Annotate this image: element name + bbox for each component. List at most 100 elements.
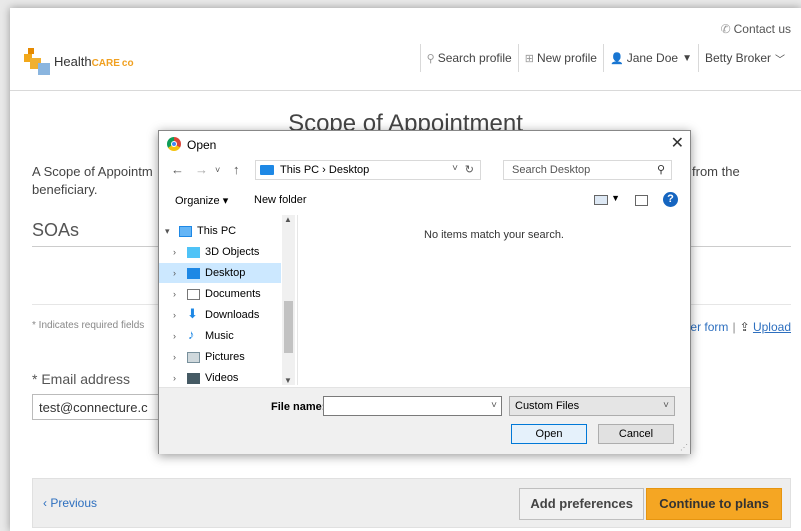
- chevron-right-icon[interactable]: ›: [173, 242, 176, 262]
- contact-link[interactable]: ✆ Contact us: [721, 22, 791, 36]
- plus-box-icon: ⊞: [524, 52, 534, 65]
- search-icon: ⚲: [656, 164, 665, 176]
- breadcrumb[interactable]: This PC › Desktop ˅ ↻: [255, 160, 481, 180]
- header-nav: ⚲ Search profile ⊞ New profile 👤 Jane Doe ▼ …: [419, 44, 791, 72]
- cube-icon: [187, 247, 200, 258]
- tree-item-label: 3D Objects: [205, 246, 260, 258]
- empty-message: No items match your search.: [424, 229, 564, 241]
- description-start: A Scope of Appointm: [32, 164, 153, 179]
- new-folder-button[interactable]: New folder: [254, 194, 307, 206]
- pictures-icon: [187, 352, 200, 363]
- upload-link[interactable]: Upload: [753, 320, 791, 334]
- soas-heading: SOAs: [32, 220, 80, 240]
- search-icon: ⚲: [426, 52, 435, 65]
- help-icon[interactable]: ?: [663, 192, 678, 207]
- video-icon: [187, 373, 200, 384]
- required-note: * Indicates required fields: [32, 320, 145, 331]
- tree-item-label: Videos: [205, 372, 239, 384]
- dialog-toolbar: Organize ▾ New folder ▼ ?: [159, 189, 690, 213]
- chrome-icon: [167, 137, 181, 151]
- chevron-right-icon[interactable]: ›: [173, 368, 176, 388]
- new-profile-label: New profile: [536, 51, 597, 65]
- tree-item-downloads[interactable]: › ⬇ Downloads: [159, 305, 281, 325]
- scroll-down-icon[interactable]: ▼: [284, 376, 292, 385]
- tree-item-music[interactable]: › ♪ Music: [159, 326, 281, 346]
- tree-item-label: Downloads: [205, 309, 260, 321]
- chevron-down-icon[interactable]: ˅: [452, 163, 458, 174]
- preview-pane-icon[interactable]: [635, 195, 648, 206]
- file-type-value: Custom Files: [515, 400, 580, 412]
- search-input[interactable]: Search Desktop ⚲: [503, 160, 672, 180]
- tree-item-pictures[interactable]: › Pictures: [159, 347, 281, 367]
- scroll-up-icon[interactable]: ▲: [284, 215, 292, 224]
- continue-to-plans-button[interactable]: Continue to plans: [646, 488, 782, 520]
- upload-icon: ⇪: [739, 320, 750, 334]
- chevron-down-icon[interactable]: ˅: [491, 400, 497, 411]
- file-name-field[interactable]: ˅: [323, 396, 502, 416]
- resize-grip-icon[interactable]: ⋰: [680, 443, 688, 452]
- file-type-select[interactable]: Custom Files ˅: [509, 396, 675, 416]
- tree-item-documents[interactable]: › Documents: [159, 284, 281, 304]
- search-placeholder: Search Desktop: [512, 164, 591, 176]
- user-name: Jane Doe: [626, 51, 679, 65]
- site-header: ✆ Contact us HealthCARE co ⚲ Search profile…: [10, 8, 801, 91]
- tree-item-label: Documents: [205, 288, 261, 300]
- chevron-down-icon: ﹀: [775, 54, 785, 66]
- navigation-scrollbar[interactable]: ▲ ▼: [282, 215, 295, 385]
- chevron-right-icon[interactable]: ›: [173, 305, 176, 325]
- up-arrow-icon[interactable]: ↑: [233, 162, 240, 177]
- logo-word-care: CARE: [91, 58, 120, 69]
- desktop-icon: [260, 165, 274, 175]
- user-icon: 👤: [609, 52, 624, 65]
- file-list-pane[interactable]: No items match your search.: [298, 215, 690, 385]
- chevron-down-icon[interactable]: ▾: [165, 221, 170, 241]
- logo-word-health: Health: [54, 54, 92, 69]
- view-icon[interactable]: [594, 195, 608, 205]
- chevron-right-icon[interactable]: ›: [173, 263, 176, 283]
- chevron-right-icon[interactable]: ›: [173, 347, 176, 367]
- chevron-right-icon[interactable]: ›: [173, 326, 176, 346]
- other-form-link[interactable]: er form: [690, 320, 728, 334]
- close-icon[interactable]: ✕: [671, 133, 684, 153]
- address-bar-row: ← → ˅ ↑ This PC › Desktop ˅ ↻ Search Des…: [159, 159, 690, 183]
- download-icon: ⬇: [187, 306, 198, 321]
- tree-item-videos[interactable]: › Videos: [159, 368, 281, 388]
- wizard-footer: ‹ Previous Add preferences Continue to p…: [32, 478, 791, 528]
- open-button[interactable]: Open: [511, 424, 587, 444]
- music-icon: ♪: [188, 327, 195, 342]
- logo-mark-blue: [38, 63, 50, 75]
- forward-arrow-icon[interactable]: →: [195, 162, 208, 177]
- chevron-down-icon: ▼: [682, 52, 692, 64]
- search-profile-link[interactable]: ⚲ Search profile: [419, 44, 518, 72]
- chevron-right-icon[interactable]: ›: [173, 284, 176, 304]
- computer-icon: [179, 226, 192, 237]
- scrollbar-thumb[interactable]: [284, 301, 293, 353]
- recent-locations-chevron-icon[interactable]: ˅: [215, 165, 220, 175]
- broker-menu[interactable]: Betty Broker ﹀: [697, 44, 791, 72]
- user-menu[interactable]: 👤 Jane Doe ▼: [602, 44, 698, 72]
- file-name-label: File name:: [271, 401, 326, 413]
- chevron-down-icon[interactable]: ▼: [611, 193, 620, 203]
- dialog-bottom-bar: File name: ˅ Custom Files ˅ Open Cancel …: [159, 387, 690, 454]
- previous-link[interactable]: ‹ Previous: [43, 496, 97, 510]
- tree-item-label: Desktop: [205, 267, 246, 279]
- breadcrumb-path: This PC › Desktop: [280, 164, 370, 176]
- dialog-title: Open: [187, 138, 217, 152]
- refresh-icon[interactable]: ↻: [465, 163, 474, 176]
- new-profile-link[interactable]: ⊞ New profile: [517, 44, 603, 72]
- open-file-dialog: Open ✕ ← → ˅ ↑ This PC › Desktop ˅ ↻ Sea…: [158, 130, 691, 454]
- back-arrow-icon[interactable]: ←: [171, 162, 184, 177]
- tree-item-this-pc[interactable]: ▾ This PC: [159, 221, 281, 241]
- organize-menu[interactable]: Organize ▾: [175, 194, 228, 207]
- tree-item-desktop[interactable]: › Desktop: [159, 263, 281, 283]
- link-separator: |: [732, 320, 736, 334]
- chevron-down-icon: ˅: [663, 400, 669, 411]
- cancel-button[interactable]: Cancel: [598, 424, 674, 444]
- dialog-titlebar[interactable]: Open ✕: [159, 131, 690, 157]
- broker-name: Betty Broker: [704, 51, 771, 65]
- tree-item-3d-objects[interactable]: › 3D Objects: [159, 242, 281, 262]
- add-preferences-button[interactable]: Add preferences: [519, 488, 644, 520]
- contact-label: Contact us: [733, 22, 791, 36]
- logo-text: HealthCARE co: [54, 54, 134, 69]
- tree-item-label: Pictures: [205, 351, 245, 363]
